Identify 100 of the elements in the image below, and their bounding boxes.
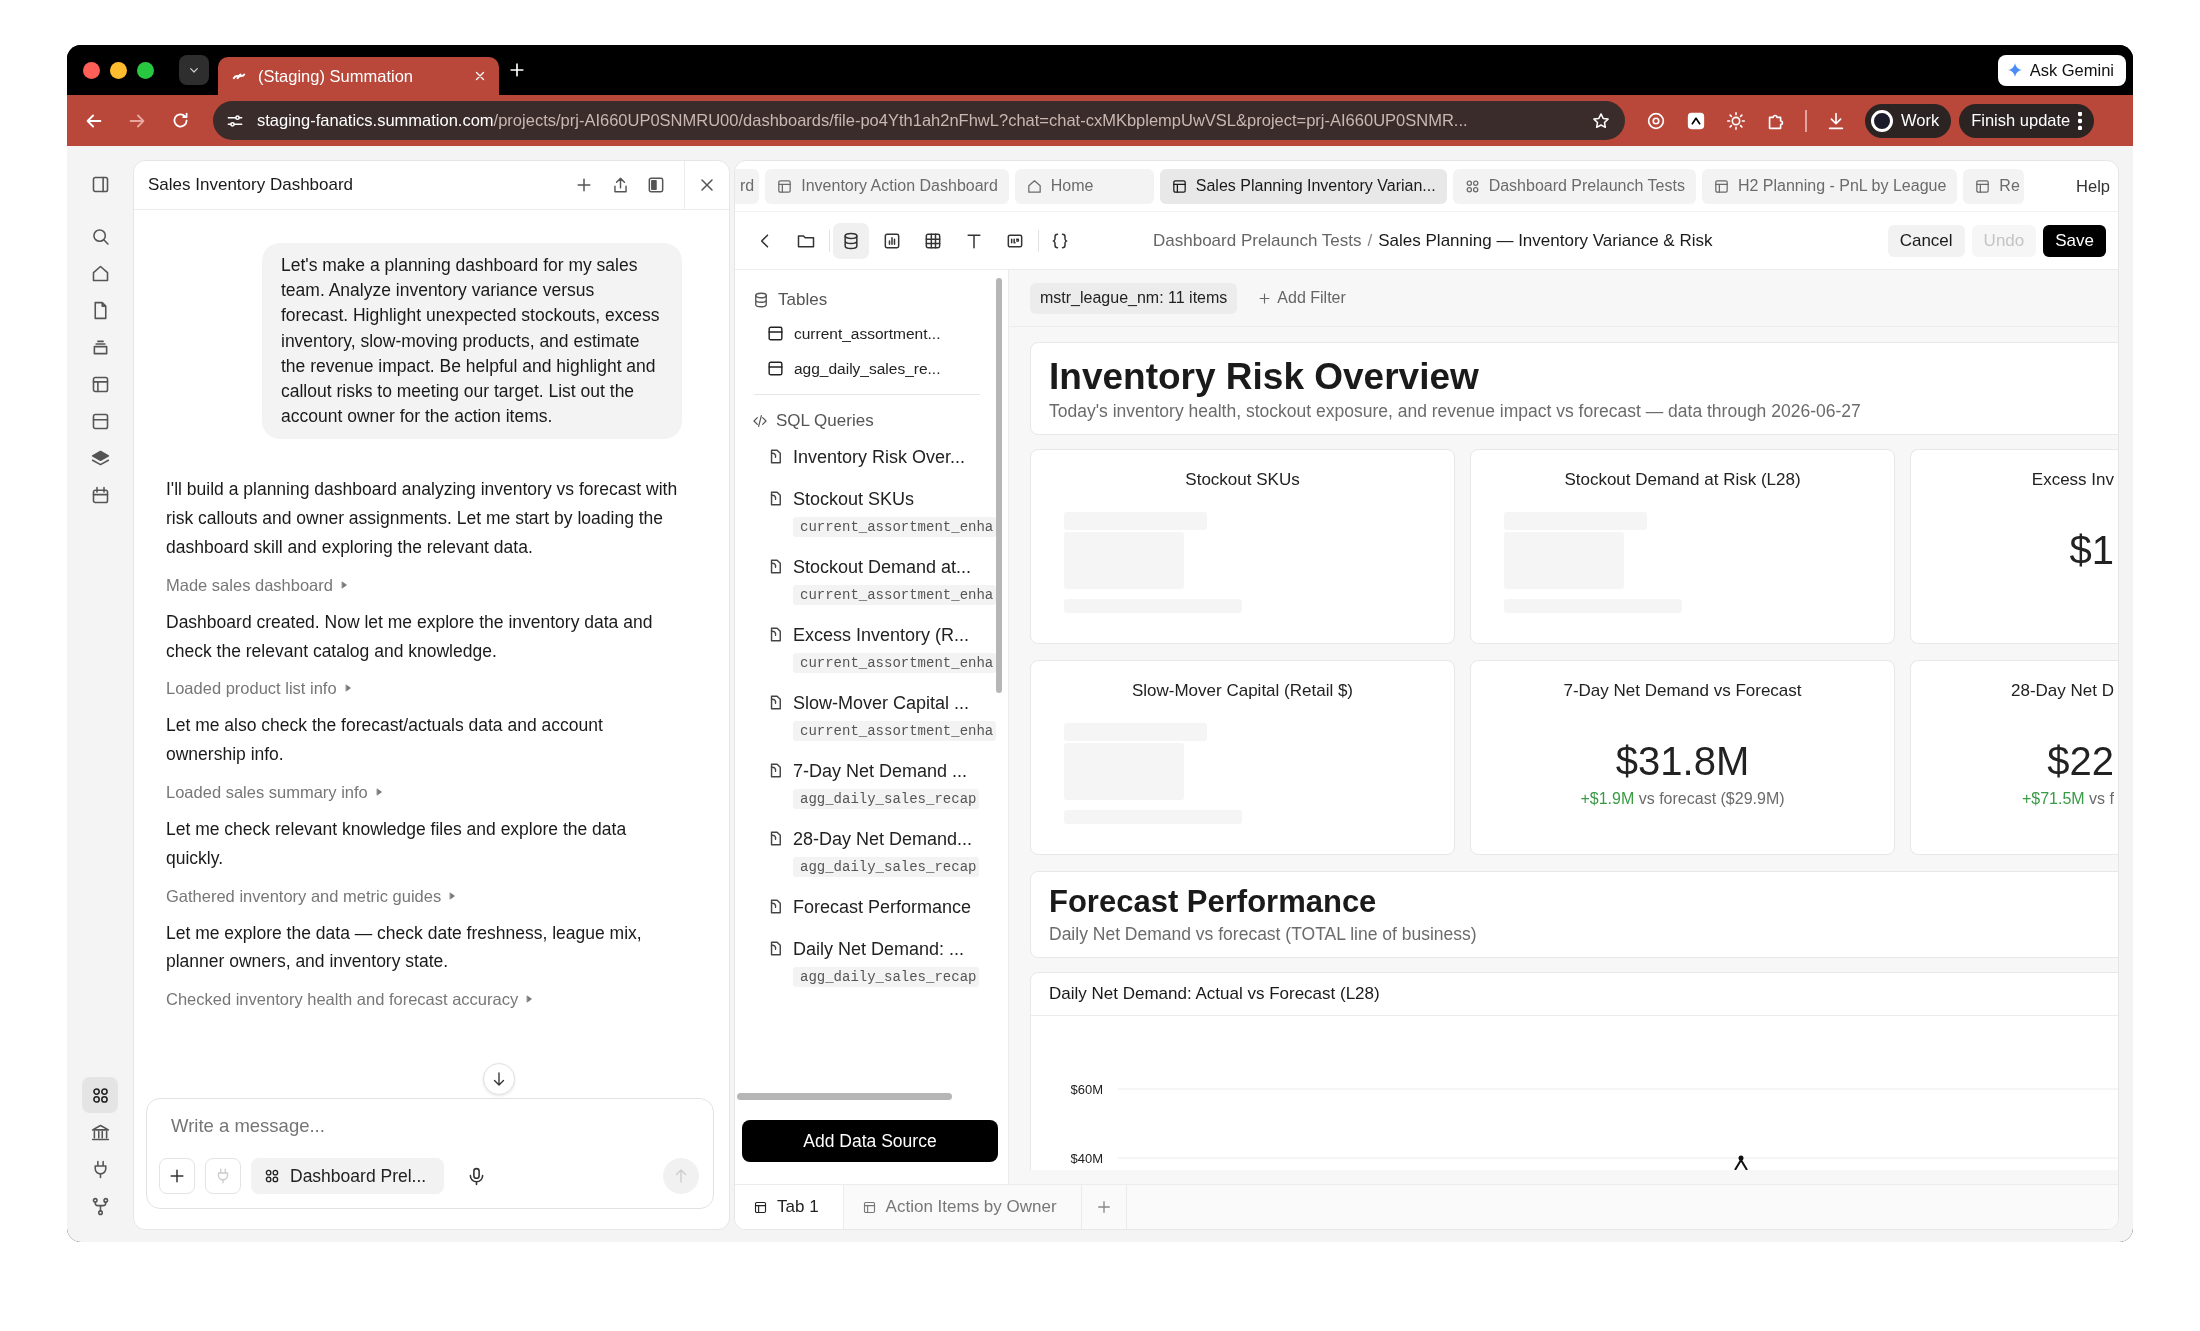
chart-title: Daily Net Demand: Actual vs Forecast (L28) bbox=[1031, 973, 2118, 1016]
url-text: staging-fanatics.summation.com/projects/prj-AI660UP0SNMRU00/dashboards/file-po4Yth1ah2nFhwL?chat=chat-cxMKbplempUwVSL&project=prj-AI660UP0SNMR... bbox=[257, 111, 1469, 130]
tool-step[interactable]: Gathered inventory and metric guides bbox=[166, 884, 682, 907]
toolbar-button[interactable] bbox=[833, 222, 869, 259]
dashboard-tab[interactable]: Sales Planning Inventory Varian... bbox=[1159, 168, 1447, 204]
update-button[interactable]: Finish update bbox=[1959, 103, 2095, 138]
window-control[interactable] bbox=[137, 61, 154, 79]
scrollbar[interactable] bbox=[996, 278, 1002, 693]
breadcrumb-separator: / bbox=[1367, 230, 1373, 251]
query-item[interactable]: Forecast Performance bbox=[793, 895, 972, 919]
add-data-source-button[interactable]: Add Data Source bbox=[742, 1120, 998, 1162]
context-chip[interactable]: Dashboard Prel... bbox=[251, 1158, 445, 1194]
layout-icon bbox=[861, 1199, 877, 1215]
tool-step[interactable]: Checked inventory health and forecast accuracy bbox=[166, 988, 682, 1011]
section-subtitle: Today's inventory health, stockout exposure, and revenue impact vs forecast — data through 2026-06-27 bbox=[1049, 401, 1862, 422]
kpi-comparison: +$1.9M vs forecast ($29.9M) bbox=[1580, 790, 1785, 808]
layout-icon bbox=[753, 1199, 768, 1215]
profile-button[interactable]: Work bbox=[1865, 103, 1952, 138]
avatar bbox=[1871, 109, 1893, 132]
kpi-value: $31.8M bbox=[1615, 739, 1750, 784]
code-icon bbox=[752, 413, 768, 429]
section-title: Forecast Performance bbox=[1049, 883, 1378, 921]
expand-icon bbox=[524, 994, 535, 1005]
section-heading: SQL Queries bbox=[776, 411, 874, 431]
kpi-comparison: +$71.5M vs f bbox=[2021, 790, 2114, 808]
page-tab[interactable]: Action Items by Owner bbox=[843, 1185, 1082, 1229]
assistant-message: Dashboard created. Now let me explore the inventory data and check the relevant catalog and knowledge. bbox=[166, 610, 654, 663]
window-control[interactable] bbox=[83, 61, 100, 79]
save-button[interactable]: Save bbox=[2043, 224, 2106, 257]
layout-icon bbox=[776, 177, 794, 195]
panel-icon bbox=[646, 175, 666, 195]
query-item[interactable]: 7-Day Net Demand ... bbox=[793, 759, 980, 783]
tab-search-button[interactable] bbox=[179, 55, 209, 85]
kpi-title: 28-Day Net D bbox=[2011, 681, 2114, 701]
table-item[interactable]: current_assortment... bbox=[794, 324, 941, 343]
breadcrumb-current: Sales Planning — Inventory Variance & Risk bbox=[1378, 230, 1713, 251]
table-icon bbox=[766, 324, 785, 343]
plus-icon bbox=[1257, 290, 1273, 306]
assistant-message: Let me also check the forecast/actuals data and account ownership info. bbox=[166, 714, 604, 767]
attach-button[interactable] bbox=[159, 1158, 195, 1194]
section-title: Inventory Risk Overview bbox=[1049, 355, 1480, 399]
query-item[interactable]: 28-Day Net Demand... bbox=[793, 827, 980, 851]
dashboard-tab[interactable]: Inventory Action Dashboard bbox=[765, 168, 1009, 204]
dashboard-tab[interactable]: Re bbox=[1963, 168, 2024, 204]
kpi-title: Stockout Demand at Risk (L28) bbox=[1564, 470, 1801, 490]
query-source: current_assortment_enha bbox=[793, 653, 997, 673]
query-item[interactable]: Excess Inventory (R... bbox=[793, 623, 997, 647]
browser-tab[interactable]: (Staging) Summation bbox=[218, 57, 499, 95]
layout-icon bbox=[1712, 177, 1730, 195]
tool-step[interactable]: Loaded product list info bbox=[166, 677, 682, 700]
query-source: agg_daily_sales_recap bbox=[793, 967, 980, 987]
query-item[interactable]: Inventory Risk Over... bbox=[793, 445, 966, 469]
query-source: agg_daily_sales_recap bbox=[793, 789, 980, 809]
kpi-title: 7-Day Net Demand vs Forecast bbox=[1563, 681, 1802, 701]
dashboard-tab[interactable]: Dashboard Prelaunch Tests bbox=[1452, 168, 1696, 204]
axis-tick-label: $60M bbox=[1070, 1082, 1103, 1097]
ask-gemini-button[interactable]: Ask Gemini bbox=[1997, 54, 2126, 86]
scroll-down-button[interactable] bbox=[483, 1063, 515, 1095]
database-icon bbox=[841, 230, 861, 251]
layout-icon bbox=[1170, 177, 1188, 195]
dashboard-tab[interactable]: rd bbox=[735, 168, 760, 204]
tool-step[interactable]: Loaded sales summary info bbox=[166, 781, 682, 803]
message-composer[interactable]: Write a message... Dashboard Prel... bbox=[146, 1098, 714, 1209]
table-item[interactable]: agg_daily_sales_re... bbox=[794, 359, 941, 378]
query-item[interactable]: Daily Net Demand: ... bbox=[793, 937, 980, 961]
add-filter-button[interactable]: Add Filter bbox=[1257, 289, 1346, 307]
dashboard-tab[interactable]: Home bbox=[1014, 168, 1154, 204]
layout-icon bbox=[1974, 177, 1992, 195]
kpi-title: Excess Inv bbox=[2031, 470, 2114, 490]
query-source: current_assortment_enha bbox=[793, 585, 997, 605]
address-bar[interactable]: staging-fanatics.summation.com/projects/prj-AI660UP0SNMRU00/dashboards/file-po4Yth1ah2nFhwL?chat=chat-cxMKbplempUwVSL&project=prj-AI660UP0SNMR... bbox=[213, 101, 1625, 140]
star-icon[interactable] bbox=[1591, 110, 1611, 131]
filter-chip[interactable]: mstr_league_nm: 11 items bbox=[1030, 282, 1238, 314]
tool-step[interactable]: Made sales dashboard bbox=[166, 573, 682, 596]
database-icon bbox=[752, 291, 770, 309]
kpi-title: Stockout SKUs bbox=[1185, 470, 1300, 490]
dashboard-tab[interactable]: H2 Planning - PnL by League bbox=[1701, 168, 1958, 204]
page-tab[interactable]: Tab 1 bbox=[735, 1185, 844, 1229]
cancel-button[interactable]: Cancel bbox=[1887, 224, 1965, 257]
query-item[interactable]: Stockout Demand at... bbox=[793, 555, 997, 579]
assistant-message: Let me explore the data — check date freshness, league mix, planner owners, and inventory state. bbox=[166, 921, 643, 974]
query-source: current_assortment_enha bbox=[793, 721, 997, 741]
section-subtitle: Daily Net Demand vs forecast (TOTAL line of business) bbox=[1049, 924, 1478, 945]
section-heading: Tables bbox=[778, 290, 828, 310]
scrollbar[interactable] bbox=[737, 1093, 952, 1100]
window-control[interactable] bbox=[110, 61, 127, 79]
query-source: agg_daily_sales_recap bbox=[793, 857, 980, 877]
query-item[interactable]: Slow-Mover Capital ... bbox=[793, 691, 997, 715]
kpi-value: $22 bbox=[2047, 739, 2114, 784]
kpi-title: Slow-Mover Capital (Retail $) bbox=[1131, 681, 1354, 701]
breadcrumb-link[interactable]: Dashboard Prelaunch Tests bbox=[1153, 230, 1362, 251]
assistant-message: I'll build a planning dashboard analyzing inventory vs forecast with risk callouts and owner assignments. Let me start by loading the dashboard skill and exploring the relevant data. bbox=[166, 478, 679, 559]
grid-icon bbox=[263, 1167, 281, 1185]
query-item[interactable]: Stockout SKUs bbox=[793, 487, 997, 511]
query-source: current_assortment_enha bbox=[793, 517, 997, 537]
data-marker bbox=[1734, 1155, 1748, 1170]
rail-button[interactable] bbox=[82, 1077, 118, 1113]
expand-icon bbox=[447, 890, 458, 901]
assistant-message: Let me check relevant knowledge files and explore the data quickly. bbox=[166, 818, 628, 870]
close-icon[interactable] bbox=[473, 69, 487, 83]
